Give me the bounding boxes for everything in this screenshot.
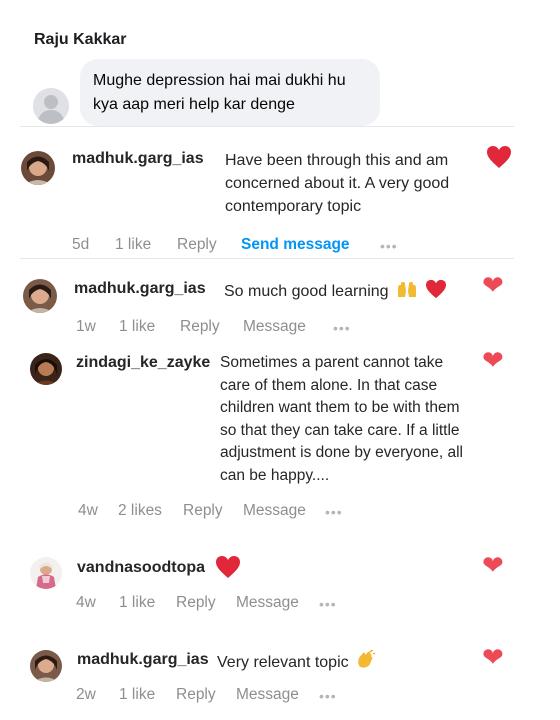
avatar[interactable]	[21, 151, 55, 185]
like-count[interactable]: 2 likes	[118, 502, 162, 520]
comment-text: Mughe depression hai mai dukhi hu kya aa…	[93, 72, 346, 113]
more-options-icon[interactable]: •••	[380, 238, 398, 254]
avatar[interactable]	[23, 279, 57, 313]
comment-body: Have been through this and am concerned …	[225, 152, 450, 215]
comment-text: So much good learning	[224, 279, 447, 306]
clapping-hands-emoji	[356, 648, 376, 677]
reply-button[interactable]: Reply	[183, 502, 223, 520]
comment-text: Sometimes a parent cannot take care of t…	[220, 352, 475, 487]
raising-hands-emoji	[396, 281, 418, 306]
comment-body: Very relevant topic	[217, 654, 349, 671]
like-count[interactable]: 1 like	[119, 318, 155, 336]
avatar[interactable]	[30, 557, 62, 589]
divider	[20, 126, 514, 127]
comment-username[interactable]: madhuk.garg_ias	[72, 150, 204, 168]
comment-timestamp: 1w	[76, 318, 96, 335]
comment-username[interactable]: madhuk.garg_ias	[74, 280, 206, 298]
more-options-icon[interactable]: •••	[333, 320, 351, 336]
comment-text: Have been through this and am concerned …	[225, 149, 490, 218]
comment-text: Very relevant topic	[217, 648, 376, 677]
red-heart-emoji	[425, 279, 447, 306]
comment-body: So much good learning	[224, 283, 389, 300]
reply-button[interactable]: Reply	[177, 236, 217, 254]
message-button[interactable]: Message	[243, 502, 306, 520]
heart-icon[interactable]: ❤	[482, 272, 504, 298]
divider	[20, 258, 514, 259]
heart-icon[interactable]: ❤	[482, 644, 504, 670]
comment-timestamp: 5d	[72, 236, 90, 253]
more-options-icon[interactable]: •••	[325, 504, 343, 520]
like-count[interactable]: 1 like	[119, 686, 155, 704]
message-button[interactable]: Message	[243, 318, 306, 336]
like-count[interactable]: 1 like	[115, 236, 151, 254]
avatar[interactable]	[30, 650, 62, 682]
red-heart-emoji	[215, 555, 241, 584]
send-message-button[interactable]: Send message	[241, 236, 350, 254]
heart-icon[interactable]: ❤	[482, 552, 504, 578]
comment-username[interactable]: madhuk.garg_ias	[77, 651, 209, 669]
comment-username[interactable]: vandnasoodtopa	[77, 559, 205, 577]
comment-bubble: Mughe depression hai mai dukhi hu kya aa…	[80, 59, 380, 126]
message-button[interactable]: Message	[236, 594, 299, 612]
comment-body: Sometimes a parent cannot take care of t…	[220, 354, 463, 484]
comment-timestamp: 2w	[76, 686, 96, 703]
comment-timestamp: 4w	[78, 502, 98, 519]
message-button[interactable]: Message	[236, 686, 299, 704]
reply-button[interactable]: Reply	[176, 594, 216, 612]
red-heart-emoji	[486, 145, 512, 174]
like-count[interactable]: 1 like	[119, 594, 155, 612]
post-author-name[interactable]: Raju Kakkar	[34, 31, 127, 49]
reply-button[interactable]: Reply	[176, 686, 216, 704]
avatar[interactable]	[30, 353, 62, 385]
heart-icon[interactable]: ❤	[482, 347, 504, 373]
comment-timestamp: 4w	[76, 594, 96, 611]
default-avatar-icon[interactable]	[33, 88, 69, 124]
more-options-icon[interactable]: •••	[319, 688, 337, 704]
comment-username[interactable]: zindagi_ke_zayke	[76, 354, 210, 372]
more-options-icon[interactable]: •••	[319, 596, 337, 612]
reply-button[interactable]: Reply	[180, 318, 220, 336]
